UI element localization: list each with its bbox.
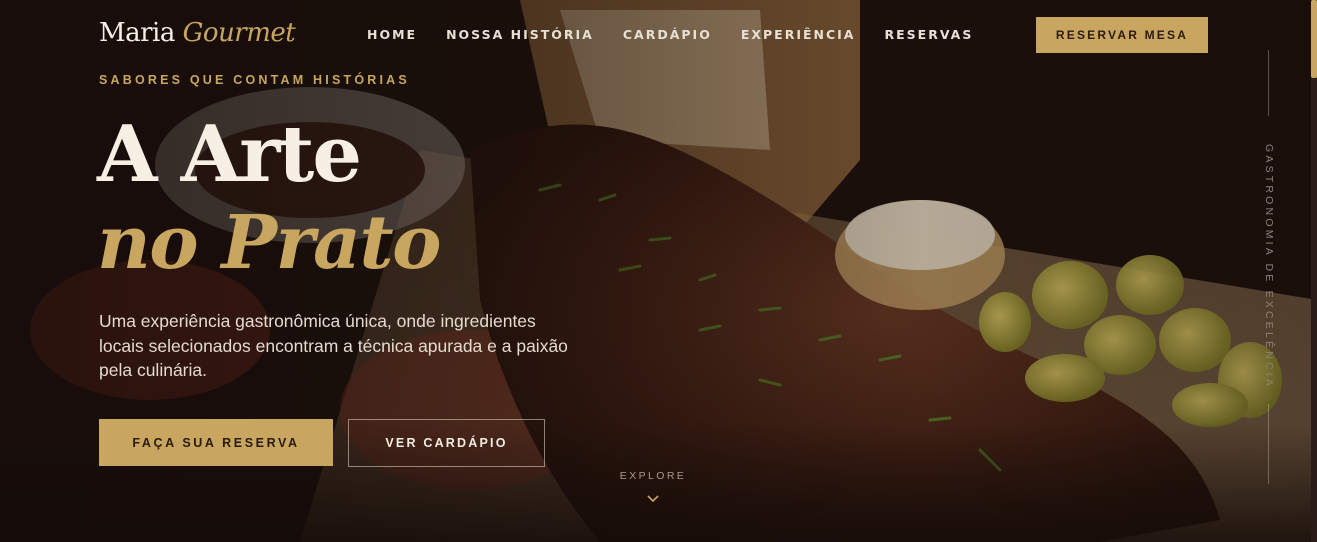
nav-item-cardapio[interactable]: CARDÁPIO (623, 27, 712, 42)
nav-item-reservas[interactable]: RESERVAS (884, 27, 973, 42)
scrollbar-thumb[interactable] (1311, 0, 1317, 78)
rail-divider-bottom (1268, 404, 1269, 484)
reserve-table-button[interactable]: RESERVAR MESA (1036, 17, 1208, 53)
brand-logo[interactable]: Maria Gourmet (99, 18, 296, 48)
nav-item-home[interactable]: HOME (367, 27, 417, 42)
hero-title-line2: no Prato (97, 200, 442, 286)
rail-divider-top (1268, 50, 1269, 116)
brand-name-accent: Gourmet (182, 18, 296, 48)
brand-name: Maria (99, 18, 175, 48)
hero-eyebrow: SABORES QUE CONTAM HISTÓRIAS (99, 73, 410, 87)
make-reservation-button[interactable]: FAÇA SUA RESERVA (99, 419, 333, 466)
chevron-down-icon[interactable] (646, 492, 660, 506)
nav-item-experiencia[interactable]: EXPERIÊNCIA (741, 27, 856, 42)
explore-label[interactable]: EXPLORE (598, 470, 708, 482)
hero-title-line1: A Arte (97, 109, 362, 200)
view-menu-button[interactable]: VER CARDÁPIO (348, 419, 545, 467)
side-rail-text: GASTRONOMIA DE EXCELÊNCIA (1263, 144, 1275, 390)
nav-item-nossa-historia[interactable]: NOSSA HISTÓRIA (446, 27, 594, 42)
main-nav: HOME NOSSA HISTÓRIA CARDÁPIO EXPERIÊNCIA… (367, 27, 1002, 42)
page-scrollbar[interactable] (1311, 0, 1317, 542)
hero-description: Uma experiência gastronômica única, onde… (99, 311, 568, 380)
